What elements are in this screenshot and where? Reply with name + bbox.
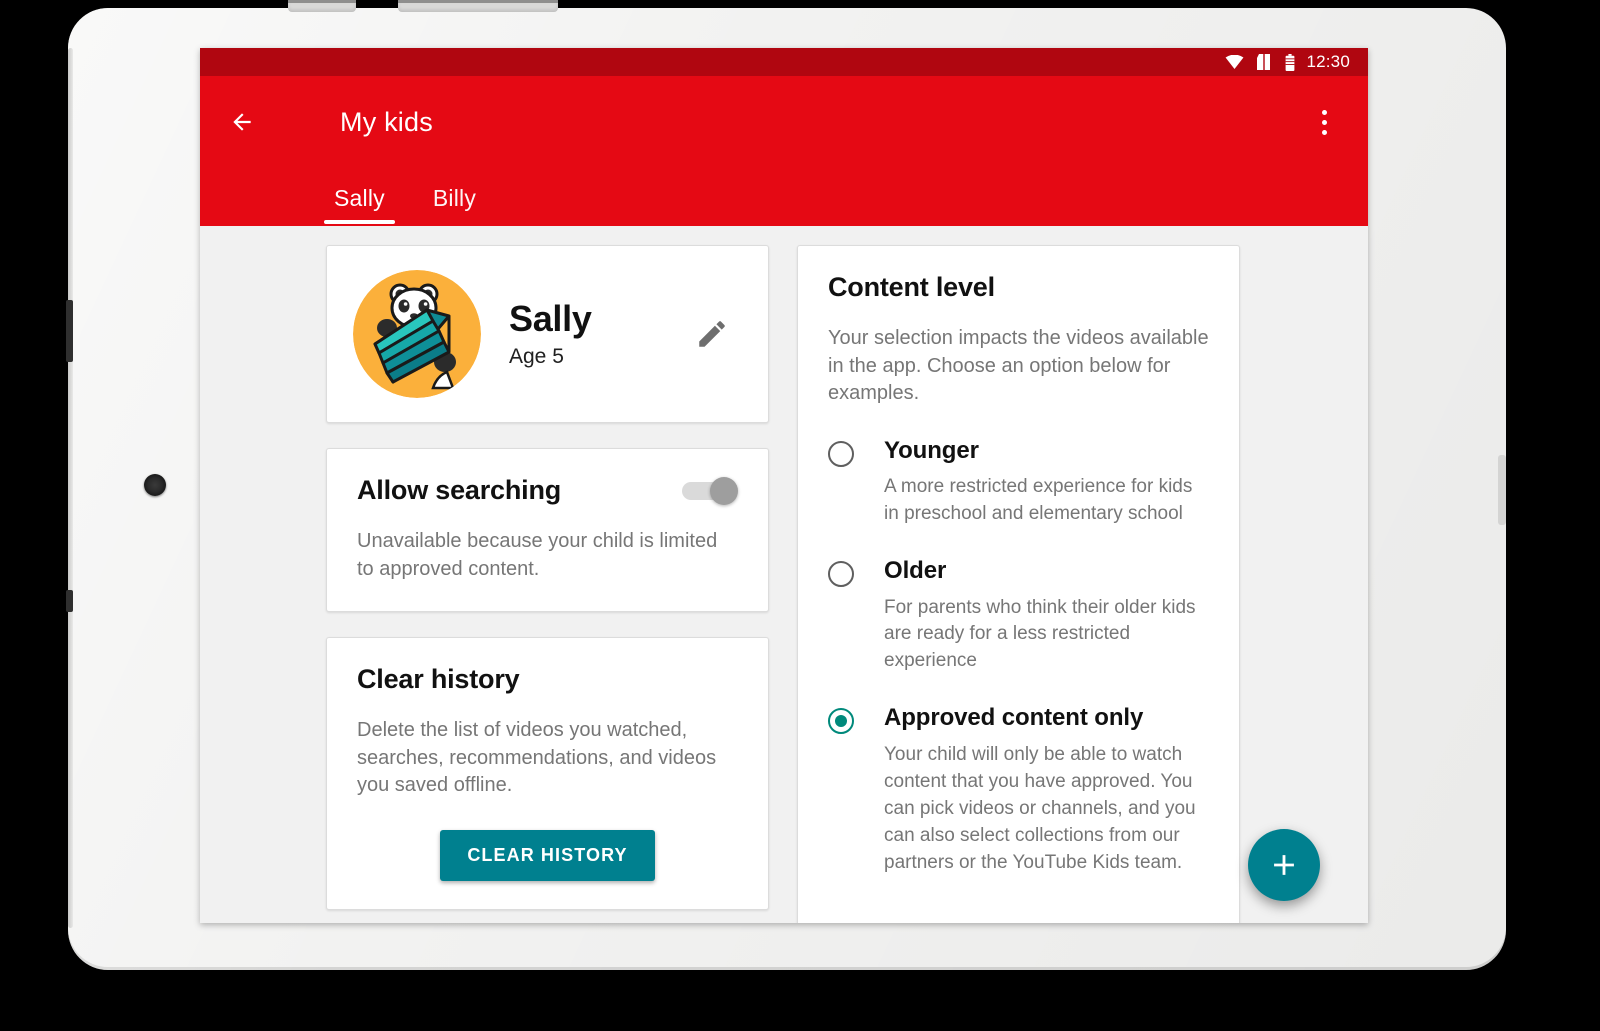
- radio-approved-description: Your child will only be able to watch co…: [884, 743, 1196, 873]
- pencil-edit-icon: [699, 321, 725, 347]
- radio-younger-body: Younger A more restricted experience for…: [884, 436, 1209, 528]
- app-screen: 12:30 My kids Sally Billy Sally Age 5 Al…: [200, 48, 1368, 923]
- clear-history-title: Clear history: [357, 664, 520, 695]
- profile-text-block: Sally Age 5: [509, 299, 688, 370]
- profile-age: Age 5: [509, 345, 564, 369]
- sim-card-icon: [1257, 54, 1271, 70]
- profile-card[interactable]: Sally Age 5: [326, 245, 769, 423]
- tablet-front-camera: [144, 474, 166, 496]
- content-level-card: Content level Your selection impacts the…: [797, 245, 1240, 923]
- left-column: Sally Age 5 Allow searching Unavailable …: [326, 245, 769, 923]
- status-clock: 12:30: [1306, 52, 1350, 71]
- back-arrow-icon: [233, 113, 251, 131]
- overflow-menu-button[interactable]: [1302, 98, 1346, 146]
- app-bar: My kids Sally Billy: [200, 76, 1368, 226]
- radio-option-older[interactable]: Older For parents who think their older …: [828, 557, 1209, 675]
- radio-older-description: For parents who think their older kids a…: [884, 596, 1196, 672]
- clear-history-body: Clear history Delete the list of videos …: [327, 638, 768, 909]
- allow-searching-description: Unavailable because your child is limite…: [357, 530, 718, 580]
- content-level-body: Content level Your selection impacts the…: [798, 246, 1239, 923]
- allow-searching-card: Allow searching Unavailable because your…: [326, 448, 769, 613]
- content-area: Sally Age 5 Allow searching Unavailable …: [200, 226, 1368, 923]
- page-title: My kids: [340, 106, 433, 137]
- overflow-dot-3: [1321, 129, 1327, 135]
- allow-searching-header: Allow searching: [357, 475, 738, 506]
- tablet-power-button[interactable]: [66, 590, 73, 612]
- add-kid-fab-button[interactable]: [1248, 829, 1320, 901]
- content-level-actions: MANAGE PREVIEW: [828, 911, 1209, 923]
- status-icon-group: [1225, 53, 1295, 71]
- screenshot-stage: 12:30 My kids Sally Billy Sally Age 5 Al…: [0, 0, 1600, 1031]
- radio-option-approved-content-only[interactable]: Approved content only Your child will on…: [828, 705, 1209, 876]
- radio-option-younger[interactable]: Younger A more restricted experience for…: [828, 436, 1209, 528]
- profile-name: Sally: [509, 297, 592, 339]
- content-level-title: Content level: [828, 272, 995, 302]
- battery-icon: [1286, 53, 1295, 71]
- clear-history-button-row: CLEAR HISTORY: [357, 829, 738, 881]
- tablet-speaker-left: [288, 0, 356, 12]
- clear-history-button[interactable]: CLEAR HISTORY: [440, 829, 655, 881]
- allow-searching-toggle[interactable]: [682, 476, 738, 505]
- tablet-right-button[interactable]: [1498, 455, 1506, 525]
- back-button[interactable]: [218, 98, 266, 146]
- status-bar: 12:30: [200, 48, 1368, 76]
- wifi-icon: [1226, 55, 1244, 69]
- overflow-dot-2: [1321, 119, 1327, 125]
- edit-profile-button[interactable]: [688, 310, 736, 358]
- toggle-knob: [710, 476, 738, 505]
- radio-younger-label: Younger: [884, 436, 979, 464]
- radio-button-older-icon[interactable]: [828, 561, 854, 588]
- radio-younger-description: A more restricted experience for kids in…: [884, 476, 1193, 525]
- radio-older-body: Older For parents who think their older …: [884, 557, 1209, 675]
- right-column: Content level Your selection impacts the…: [797, 245, 1240, 923]
- overflow-dot-1: [1321, 109, 1327, 115]
- radio-approved-body: Approved content only Your child will on…: [884, 705, 1209, 876]
- radio-button-younger-icon[interactable]: [828, 440, 854, 467]
- two-column-layout: Sally Age 5 Allow searching Unavailable …: [200, 245, 1368, 923]
- radio-button-approved-content-only-icon[interactable]: [828, 708, 854, 735]
- radio-approved-label: Approved content only: [884, 704, 1144, 732]
- tablet-speaker-right: [398, 0, 558, 12]
- clear-history-card: Clear history Delete the list of videos …: [326, 637, 769, 910]
- clear-history-description: Delete the list of videos you watched, s…: [357, 719, 717, 797]
- preview-button[interactable]: PREVIEW: [1007, 911, 1124, 923]
- tab-sally[interactable]: Sally: [324, 185, 395, 224]
- content-level-description: Your selection impacts the videos availa…: [828, 327, 1209, 405]
- radio-older-label: Older: [884, 557, 947, 585]
- manage-button[interactable]: MANAGE: [884, 911, 997, 923]
- tablet-left-edge: [68, 48, 73, 928]
- allow-searching-title: Allow searching: [357, 475, 562, 505]
- tab-billy[interactable]: Billy: [429, 185, 480, 224]
- tab-bar: Sally Billy: [200, 168, 1368, 224]
- tablet-volume-button[interactable]: [66, 300, 73, 362]
- plus-icon: [1274, 855, 1294, 875]
- app-bar-top-row: My kids: [200, 76, 1368, 168]
- allow-searching-body: Allow searching Unavailable because your…: [327, 449, 768, 611]
- panda-avatar-icon: [353, 270, 481, 398]
